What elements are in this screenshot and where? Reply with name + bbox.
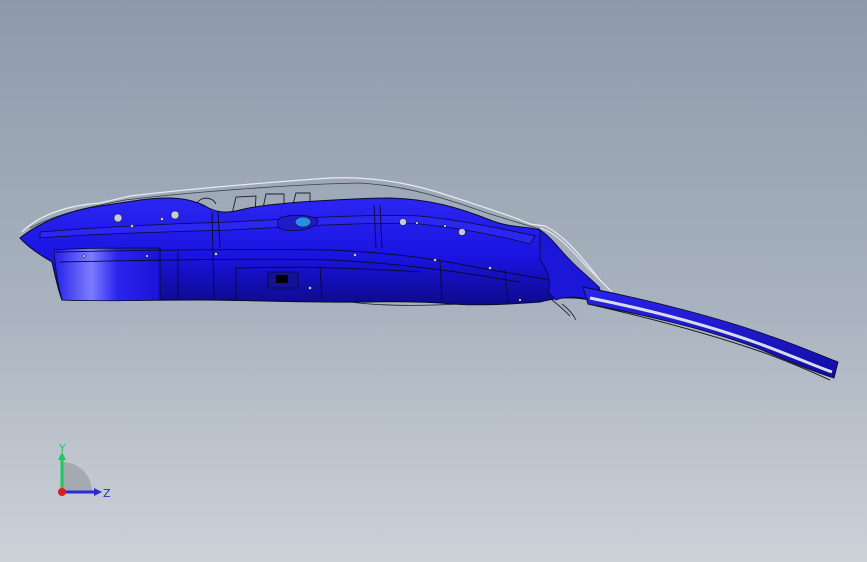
z-axis-arrowhead [94,488,102,496]
x-axis-dot [58,488,66,496]
connector-port[interactable] [294,216,312,228]
bracket-slot [276,275,288,283]
extension-rail-edge [587,303,831,381]
cad-viewport[interactable] [0,0,867,562]
triad-quadrant [62,462,92,492]
front-lower-section[interactable] [53,247,161,302]
z-axis-label: Z [103,487,111,500]
y-axis-label: Y [58,442,66,455]
extension-rail[interactable] [582,286,839,379]
coordinate-triad: Y Z [58,442,111,500]
